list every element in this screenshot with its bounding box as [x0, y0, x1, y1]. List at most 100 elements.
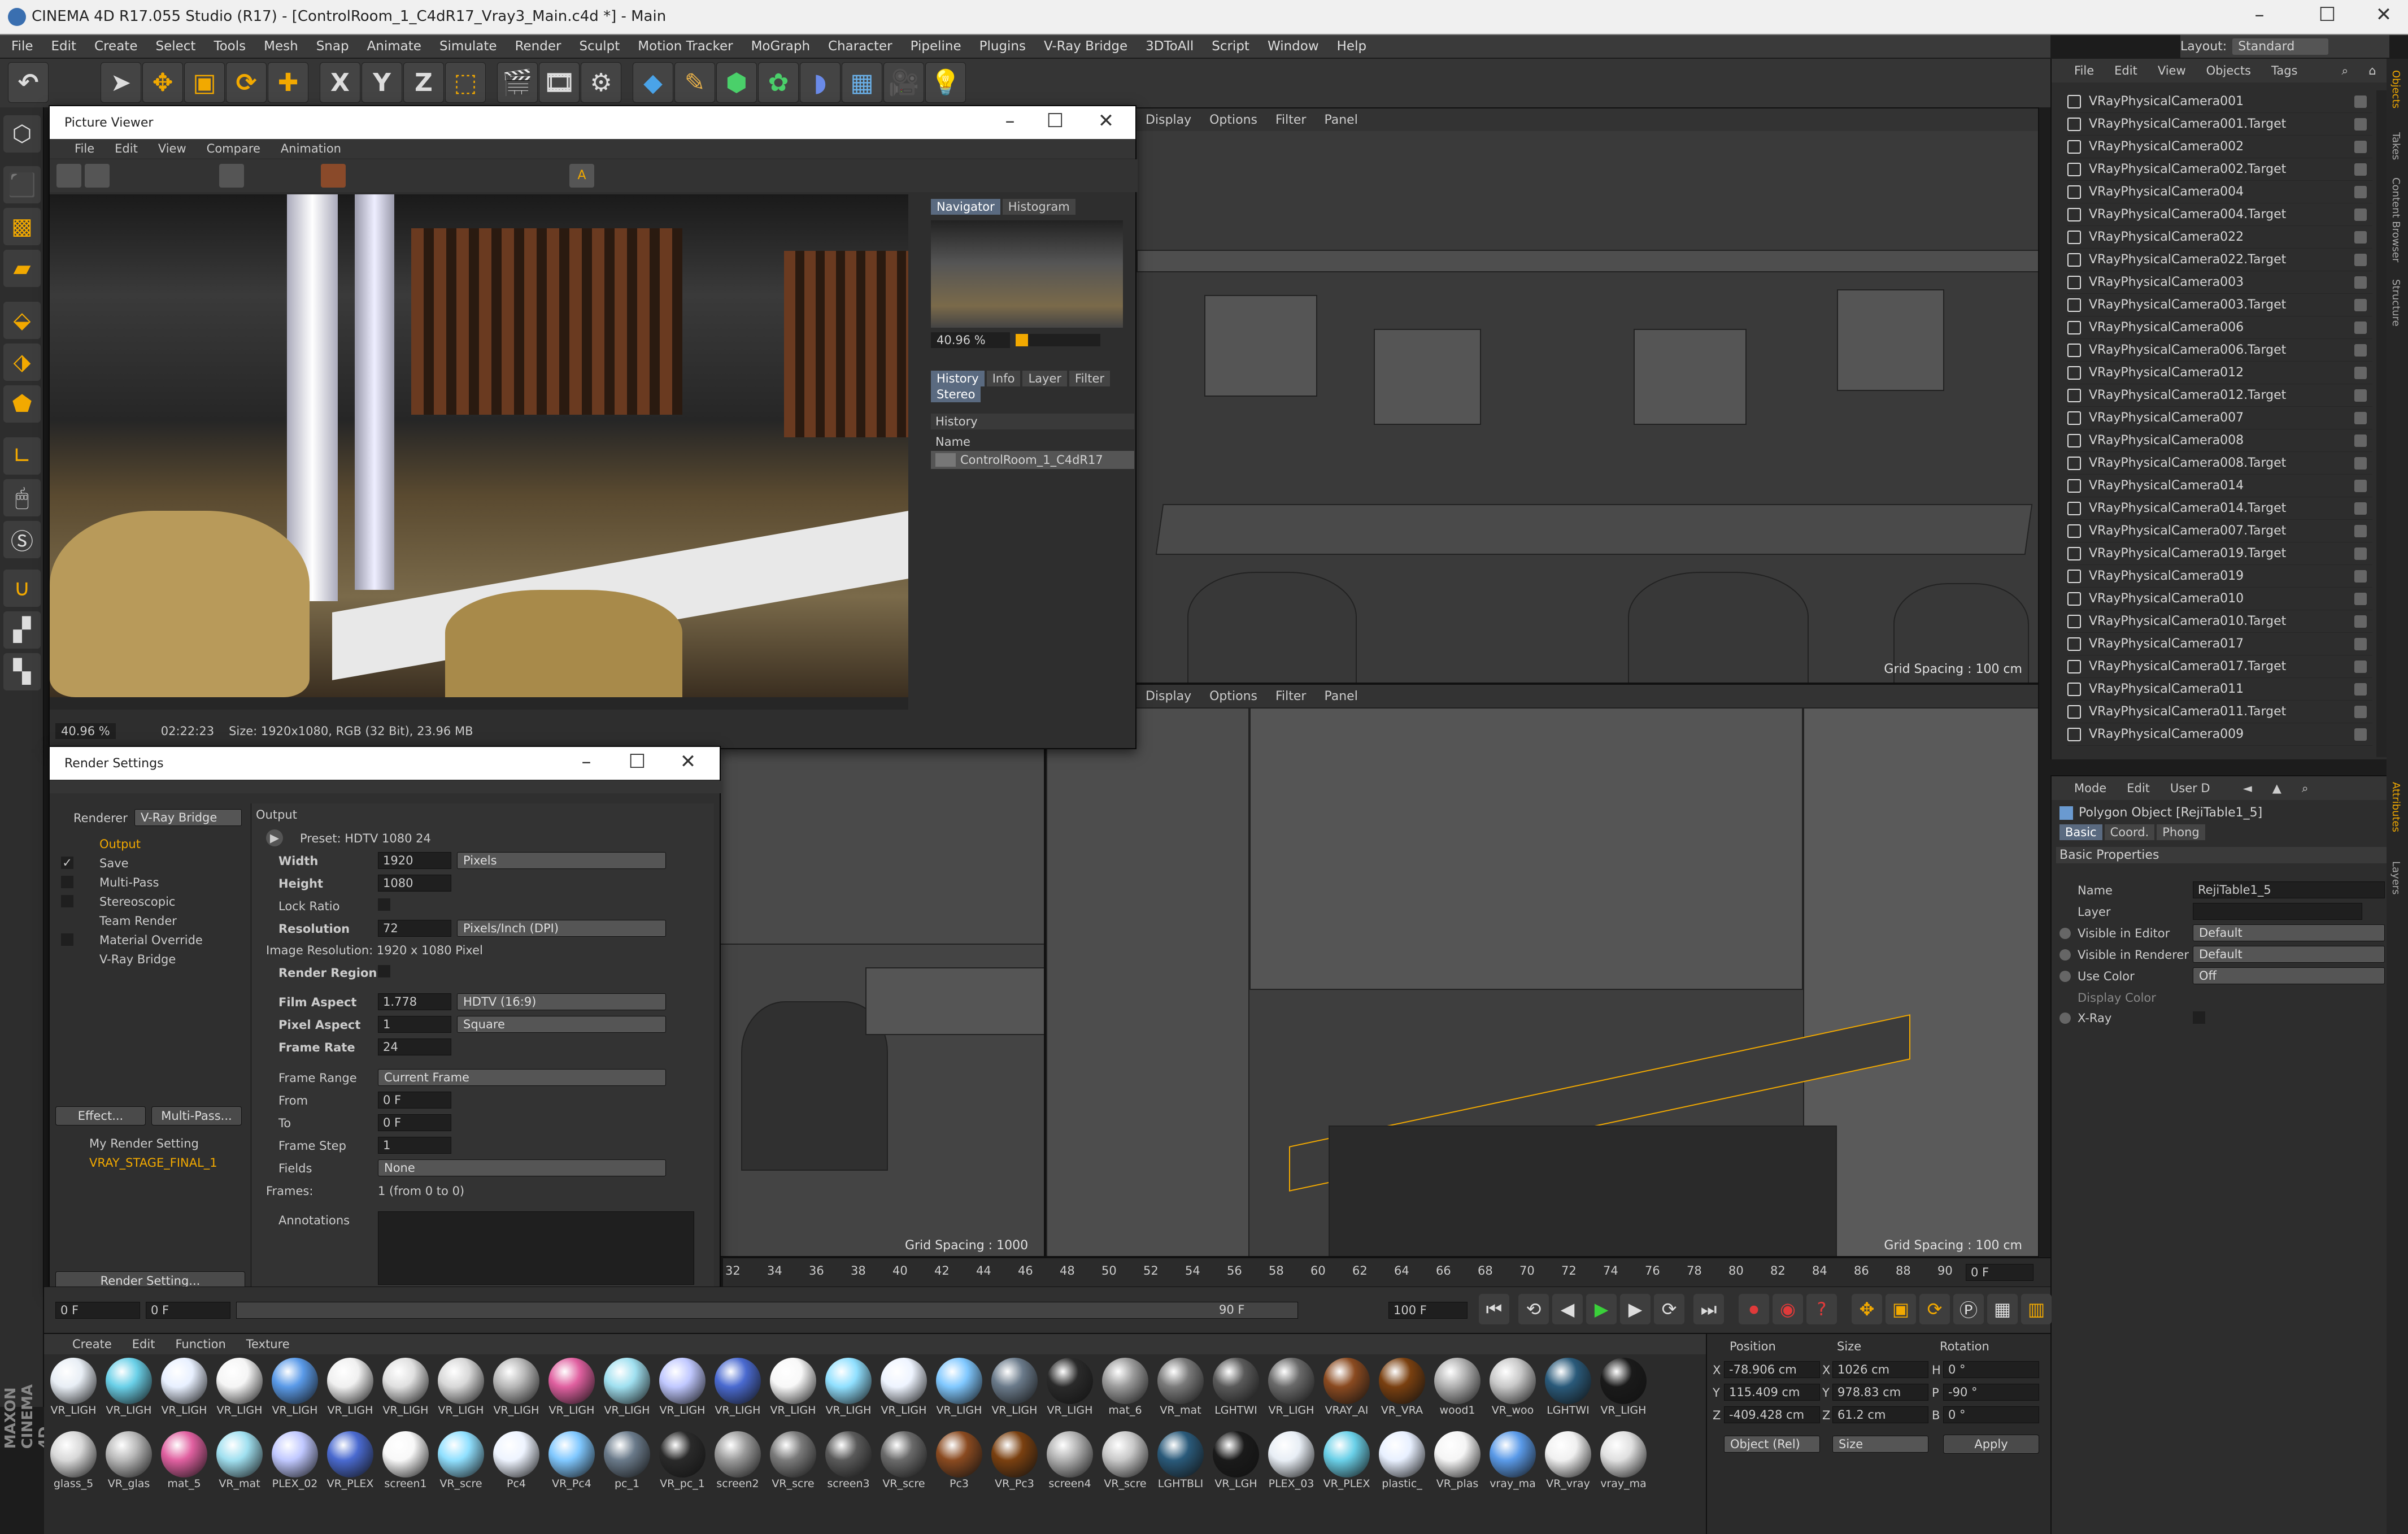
planar-workplane-icon[interactable]: ▚	[3, 653, 41, 690]
previous-key-icon[interactable]: ⟲	[1518, 1294, 1549, 1324]
list-item[interactable]: VRayPhysicalCamera003	[2067, 271, 2372, 294]
navigator-zoom-slider[interactable]	[1016, 334, 1100, 346]
lock-workplane-icon[interactable]: ▞	[3, 611, 41, 649]
obj-menu-file[interactable]: File	[2074, 64, 2094, 77]
material-swatch[interactable]: VR_LIGH	[546, 1357, 598, 1428]
material-swatch[interactable]: LGHTBLI	[1155, 1430, 1207, 1501]
menu-edit[interactable]: Edit	[51, 39, 77, 54]
visibility-toggle[interactable]	[2354, 276, 2367, 289]
tab-basic[interactable]: Basic	[2059, 824, 2102, 840]
attr-menu-mode[interactable]: Mode	[2074, 781, 2106, 795]
material-swatch[interactable]: Pc4	[490, 1430, 542, 1501]
rs-tree-stereoscopic[interactable]: Stereoscopic	[99, 895, 175, 909]
side-tab-structure[interactable]: Structure	[2390, 279, 2402, 327]
preset-play-icon[interactable]: ▶	[266, 829, 283, 846]
subdivision-icon[interactable]: ⬢	[716, 62, 757, 103]
material-swatch[interactable]: VR_LGH	[1210, 1430, 1262, 1501]
menu-vray-bridge[interactable]: V-Ray Bridge	[1044, 39, 1127, 54]
menu-script[interactable]: Script	[1212, 39, 1249, 54]
layout-dropdown[interactable]: Standard	[2232, 38, 2329, 55]
menu-file[interactable]: File	[11, 39, 33, 54]
frame-range-slider[interactable]	[236, 1302, 1298, 1319]
material-swatch[interactable]: screen3	[822, 1430, 874, 1501]
viewport-menu-options[interactable]: Options	[1209, 113, 1257, 127]
material-override-checkbox[interactable]	[61, 933, 73, 946]
list-item[interactable]: VRayPhysicalCamera022.Target	[2067, 249, 2372, 271]
coordinate-system-icon[interactable]: ⬚	[445, 62, 486, 103]
material-swatch[interactable]: VR_glas	[103, 1430, 155, 1501]
material-swatch[interactable]: VR_Pc4	[546, 1430, 598, 1501]
obj-menu-view[interactable]: View	[2158, 64, 2186, 77]
pv-compare-icon[interactable]	[321, 164, 346, 188]
viewport-menu-options[interactable]: Options	[1209, 689, 1257, 703]
material-swatch[interactable]: VR_LIGH	[656, 1357, 708, 1428]
arrow-back-icon[interactable]: ◄	[2243, 781, 2252, 795]
material-swatch[interactable]: plastic_	[1376, 1430, 1428, 1501]
effect-button[interactable]: Effect...	[55, 1106, 146, 1125]
render-picture-viewer-icon[interactable]: 🎞	[539, 62, 580, 103]
material-swatch[interactable]: VR_mat	[214, 1430, 265, 1501]
material-swatch[interactable]: VR_scre	[767, 1430, 819, 1501]
viewport-menu-display[interactable]: Display	[1146, 689, 1191, 703]
material-swatch[interactable]: LGHTWI	[1210, 1357, 1262, 1428]
menu-window[interactable]: Window	[1268, 39, 1319, 54]
object-list-scrollbar[interactable]	[2376, 90, 2387, 757]
viewport-menu-filter[interactable]: Filter	[1275, 689, 1306, 703]
visibility-toggle[interactable]	[2354, 344, 2367, 357]
side-tab-takes[interactable]: Takes	[2390, 132, 2402, 160]
tab-histogram[interactable]: Histogram	[1002, 199, 1075, 215]
menu-plugins[interactable]: Plugins	[979, 39, 1026, 54]
material-swatch[interactable]: VR_LIGH	[878, 1357, 930, 1428]
visibility-toggle[interactable]	[2354, 389, 2367, 402]
material-swatch[interactable]: VR_LIGH	[269, 1357, 321, 1428]
snap-icon[interactable]: Ⓢ	[3, 521, 41, 558]
tab-layer[interactable]: Layer	[1022, 371, 1068, 386]
axis-mode-icon[interactable]: ∟	[3, 437, 41, 475]
obj-menu-tags[interactable]: Tags	[2271, 64, 2298, 77]
material-swatch[interactable]: VR_pc_1	[656, 1430, 708, 1501]
side-tab-content-browser[interactable]: Content Browser	[2390, 177, 2402, 262]
renderer-dropdown[interactable]: V-Ray Bridge	[134, 809, 242, 826]
rotate-icon[interactable]: ⟳	[226, 62, 267, 103]
lock-ratio-checkbox[interactable]	[378, 898, 390, 911]
scheme-icon[interactable]: ▥	[2021, 1294, 2052, 1324]
go-to-end-icon[interactable]: ⏭	[1693, 1294, 1724, 1324]
previous-frame-icon[interactable]: ◀	[1552, 1294, 1583, 1324]
material-swatch[interactable]: pc_1	[601, 1430, 653, 1501]
layer-field[interactable]	[2193, 903, 2362, 920]
visibility-toggle[interactable]	[2354, 457, 2367, 470]
pen-spline-icon[interactable]: ✎	[674, 62, 715, 103]
name-field[interactable]: RejiTable1_5	[2193, 881, 2385, 898]
save-checkbox[interactable]: ✓	[61, 857, 73, 869]
list-item[interactable]: VRayPhysicalCamera003.Target	[2067, 294, 2372, 316]
key-pla-icon[interactable]: ▦	[1987, 1294, 2018, 1324]
list-item[interactable]: VRayPhysicalCamera001	[2067, 90, 2372, 113]
vis-render-dropdown[interactable]: Default	[2193, 946, 2385, 963]
go-to-start-icon[interactable]: ⏮	[1479, 1294, 1509, 1324]
points-mode-icon[interactable]: ⬙	[3, 302, 41, 339]
next-key-icon[interactable]: ⟳	[1654, 1294, 1684, 1324]
visibility-toggle[interactable]	[2354, 140, 2367, 153]
multipass-checkbox[interactable]	[61, 876, 73, 888]
position-z-field[interactable]: -409.428 cm	[1724, 1406, 1820, 1423]
obj-menu-edit[interactable]: Edit	[2114, 64, 2137, 77]
visibility-toggle[interactable]	[2354, 366, 2367, 379]
tab-phong[interactable]: Phong	[2157, 824, 2205, 840]
rotation-b-field[interactable]: 0 °	[1943, 1406, 2039, 1423]
frame-range-dropdown[interactable]: Current Frame	[378, 1069, 666, 1086]
tab-coord[interactable]: Coord.	[2104, 824, 2155, 840]
menu-render[interactable]: Render	[515, 39, 561, 54]
light-icon[interactable]: 💡	[925, 62, 966, 103]
material-swatch[interactable]: PLEX_02	[269, 1430, 321, 1501]
list-item[interactable]: VRayPhysicalCamera019.Target	[2067, 542, 2372, 565]
visibility-toggle[interactable]	[2354, 411, 2367, 424]
material-swatch[interactable]: LGHTWI	[1542, 1357, 1594, 1428]
visibility-toggle[interactable]	[2354, 208, 2367, 221]
vis-editor-radio[interactable]	[2059, 928, 2071, 939]
autokey-icon[interactable]: ◉	[1773, 1294, 1803, 1324]
polygons-mode-icon[interactable]: ⬟	[3, 385, 41, 423]
material-swatch[interactable]: VR_LIGH	[47, 1357, 99, 1428]
cloner-icon[interactable]: ✿	[758, 62, 799, 103]
list-item[interactable]: VRayPhysicalCamera002	[2067, 136, 2372, 158]
to-field[interactable]: 0 F	[378, 1114, 451, 1131]
